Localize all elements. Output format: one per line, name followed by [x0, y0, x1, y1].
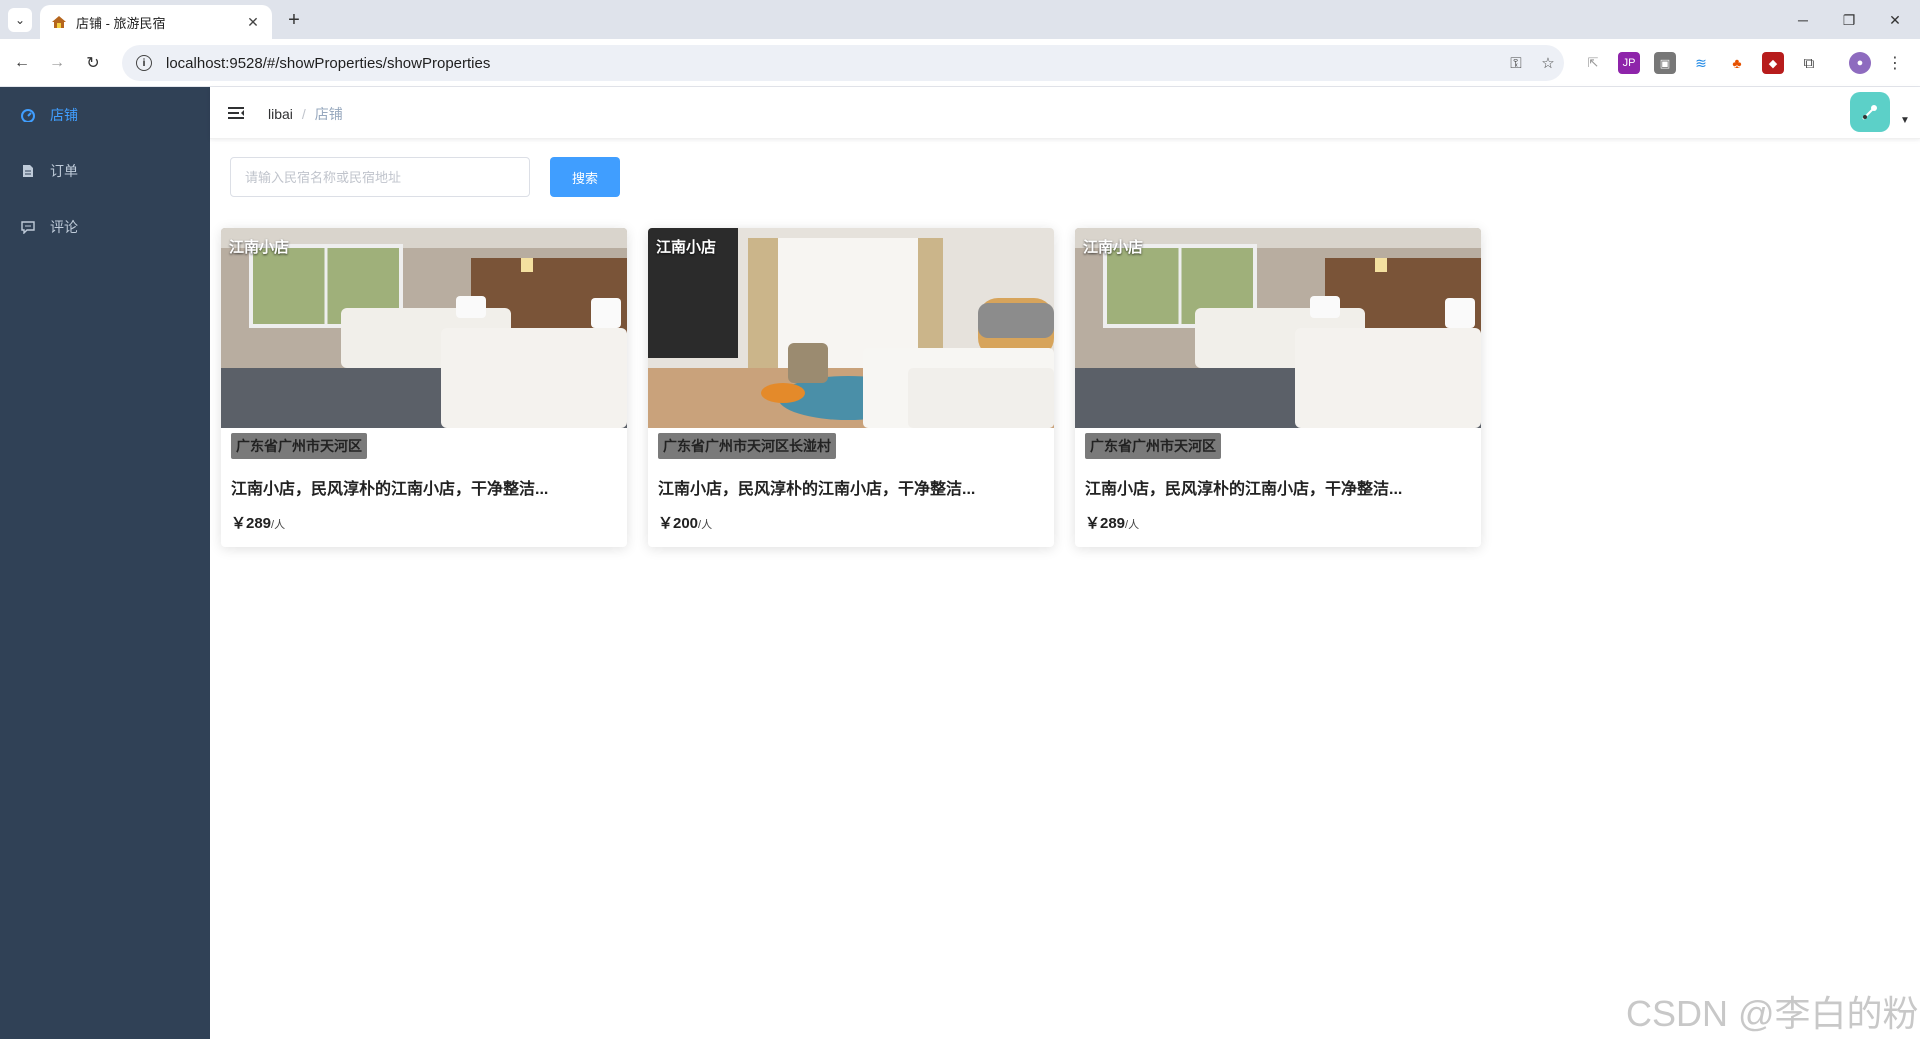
- address-tag: 广东省广州市天河区长湴村: [658, 433, 836, 459]
- extension-jp-icon[interactable]: JP: [1618, 52, 1640, 74]
- property-description: 江南小店，民风淳朴的江南小店，干净整洁...: [658, 481, 976, 498]
- tab-title: 店铺 - 旅游民宿: [76, 15, 166, 31]
- breadcrumb-separator: /: [301, 106, 306, 122]
- shop-name: 江南小店: [229, 239, 290, 256]
- restore-icon[interactable]: ❐: [1826, 6, 1872, 34]
- sidebar-item-label: 店铺: [50, 107, 78, 123]
- breadcrumb-current: 店铺: [314, 106, 343, 122]
- sidebar: 店铺 订单 评论: [0, 87, 210, 1039]
- user-avatar[interactable]: [1850, 92, 1890, 132]
- shop-name: 江南小店: [656, 239, 717, 256]
- sidebar-item-comments[interactable]: 评论: [0, 199, 210, 255]
- key-icon[interactable]: ⚿: [1500, 47, 1532, 79]
- shop-name: 江南小店: [1083, 239, 1144, 256]
- room-photo: 江南小店: [648, 228, 1054, 428]
- house-favicon-icon: [50, 13, 68, 31]
- sidebar-item-orders[interactable]: 订单: [0, 143, 210, 199]
- search-input[interactable]: [230, 157, 530, 197]
- reload-icon[interactable]: ↻: [81, 51, 105, 75]
- app-navbar: libai / 店铺 ▼: [210, 87, 1920, 139]
- minimize-icon[interactable]: ─: [1780, 6, 1826, 34]
- breadcrumb: libai / 店铺: [268, 104, 343, 124]
- price-unit: /人: [271, 519, 286, 531]
- profile-avatar-icon[interactable]: ●: [1849, 52, 1871, 74]
- address-tag: 广东省广州市天河区: [1085, 433, 1221, 459]
- hamburger-icon[interactable]: [226, 103, 246, 123]
- close-tab-icon[interactable]: ✕: [244, 13, 262, 31]
- address-tag: 广东省广州市天河区: [231, 433, 367, 459]
- new-tab-button[interactable]: +: [282, 8, 306, 32]
- price: ￥200/人: [658, 512, 712, 533]
- extension-tree-icon[interactable]: ♣: [1726, 52, 1748, 74]
- extension-shield-icon[interactable]: ◆: [1762, 52, 1784, 74]
- price: ￥289/人: [231, 512, 285, 533]
- property-description: 江南小店，民风淳朴的江南小店，干净整洁...: [1085, 481, 1403, 498]
- search-button[interactable]: 搜索: [550, 157, 620, 197]
- browser-menu-icon[interactable]: ⋮: [1884, 52, 1906, 74]
- tab-search-chevron-icon[interactable]: ⌄: [8, 8, 32, 32]
- comment-icon: [20, 219, 36, 235]
- price-value: ￥200: [658, 515, 699, 532]
- sidebar-item-shop[interactable]: 店铺: [0, 87, 210, 143]
- price: ￥289/人: [1085, 512, 1139, 533]
- site-info-icon[interactable]: i: [136, 55, 152, 71]
- room-photo: 江南小店: [1075, 228, 1481, 428]
- extension-layers-icon[interactable]: ≋: [1690, 52, 1712, 74]
- close-window-icon[interactable]: ✕: [1872, 6, 1918, 34]
- price-value: ￥289: [1085, 515, 1126, 532]
- browser-tab[interactable]: 店铺 - 旅游民宿 ✕: [40, 5, 272, 39]
- extension-cursor-icon[interactable]: ⇱: [1582, 52, 1604, 74]
- price-value: ￥289: [231, 515, 272, 532]
- forward-icon[interactable]: →: [45, 51, 69, 75]
- document-icon: [20, 163, 36, 179]
- extension-game-icon[interactable]: ▣: [1654, 52, 1676, 74]
- browser-tab-bar: ⌄ 店铺 - 旅游民宿 ✕ + ─ ❐ ✕: [0, 0, 1920, 39]
- property-card[interactable]: 江南小店 广东省广州市天河区 江南小店，民风淳朴的江南小店，干净整洁... ￥2…: [221, 228, 627, 547]
- caret-down-icon[interactable]: ▼: [1900, 115, 1910, 126]
- sidebar-item-label: 订单: [50, 163, 78, 179]
- browser-toolbar: ← → ↻ i localhost:9528/#/showProperties/…: [0, 39, 1920, 87]
- url-text: localhost:9528/#/showProperties/showProp…: [166, 54, 491, 72]
- back-icon[interactable]: ←: [10, 51, 34, 75]
- property-card[interactable]: 江南小店 广东省广州市天河区长湴村 江南小店，民风淳朴的江南小店，干净整洁...…: [648, 228, 1054, 547]
- bookmark-star-icon[interactable]: ☆: [1532, 47, 1564, 79]
- extensions-puzzle-icon[interactable]: ⧉: [1798, 52, 1820, 74]
- price-unit: /人: [1125, 519, 1140, 531]
- breadcrumb-root[interactable]: libai: [268, 106, 293, 122]
- address-bar[interactable]: i localhost:9528/#/showProperties/showPr…: [122, 45, 1564, 81]
- watermark: CSDN @李白的粉: [1626, 993, 1919, 1034]
- property-description: 江南小店，民风淳朴的江南小店，干净整洁...: [231, 481, 549, 498]
- price-unit: /人: [698, 519, 713, 531]
- room-photo: 江南小店: [221, 228, 627, 428]
- sidebar-item-label: 评论: [50, 219, 78, 235]
- dashboard-icon: [20, 107, 36, 123]
- property-card[interactable]: 江南小店 广东省广州市天河区 江南小店，民风淳朴的江南小店，干净整洁... ￥2…: [1075, 228, 1481, 547]
